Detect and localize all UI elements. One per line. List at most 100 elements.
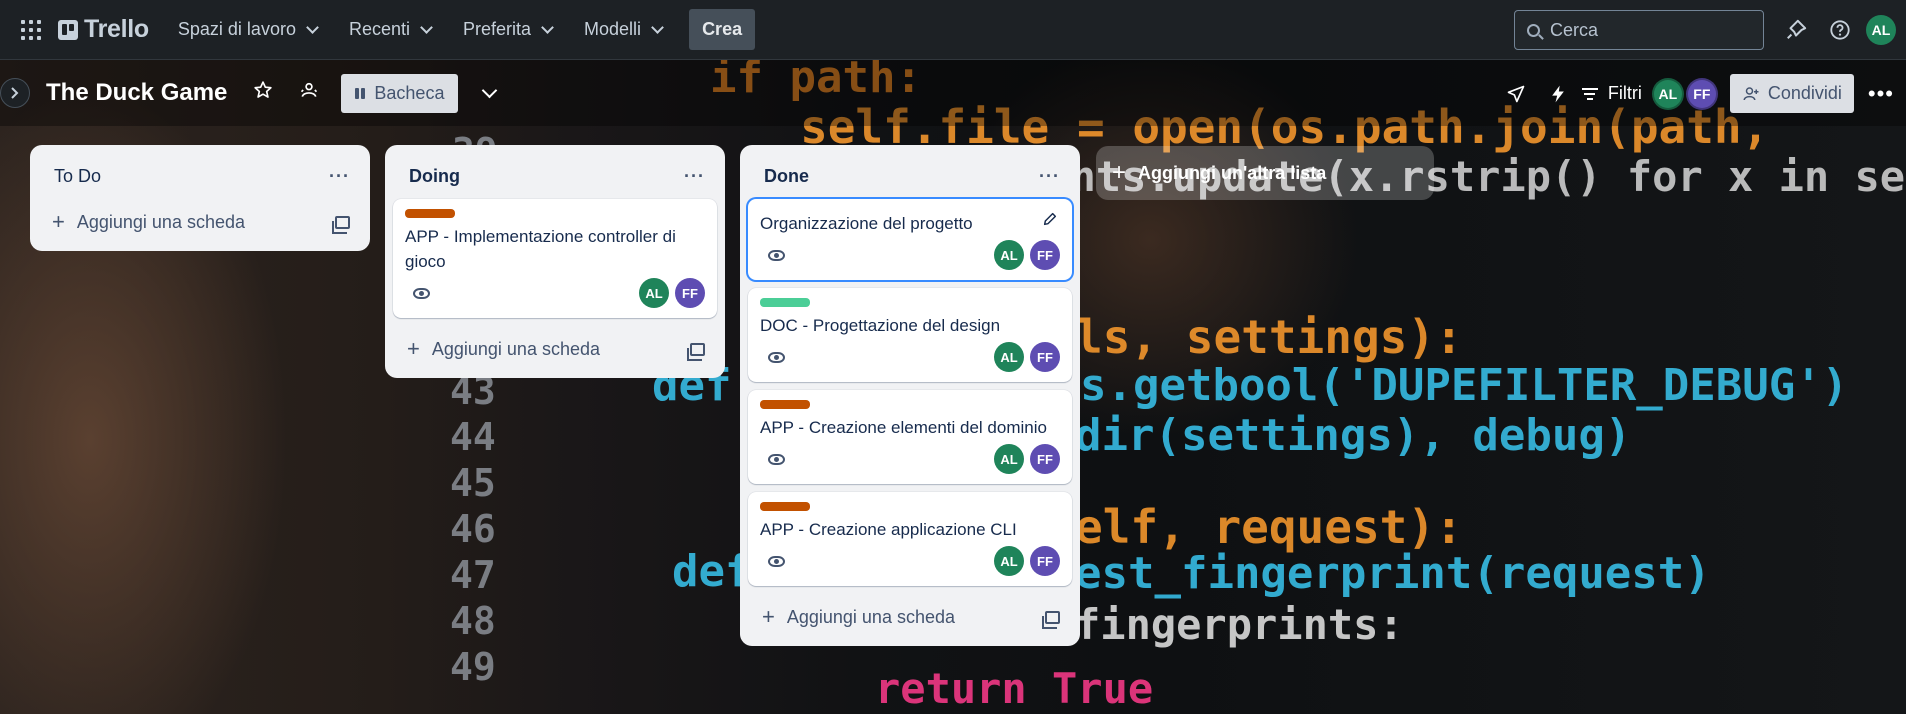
member-avatar[interactable]: AL	[994, 444, 1024, 474]
member-avatar[interactable]: FF	[1030, 342, 1060, 372]
apps-grid-icon[interactable]	[18, 17, 44, 43]
nav-templates[interactable]: Modelli	[573, 11, 673, 48]
create-button[interactable]: Crea	[689, 9, 756, 50]
search-input[interactable]: Cerca	[1514, 10, 1764, 50]
list-header[interactable]: To Do ···	[38, 153, 362, 199]
bg-line-number: 44	[450, 415, 496, 459]
member-avatar[interactable]: AL	[1651, 77, 1684, 110]
bg-code-line: s.getbool('DUPEFILTER_DEBUG')	[1080, 360, 1849, 411]
eye-icon	[768, 249, 785, 261]
notifications-button[interactable]	[1778, 12, 1814, 48]
nav-recent[interactable]: Recenti	[338, 11, 442, 48]
plus-icon: +	[1112, 159, 1127, 186]
board-menu-button[interactable]: •••	[1868, 81, 1894, 107]
edit-icon[interactable]	[1042, 211, 1058, 232]
template-icon[interactable]	[332, 215, 350, 234]
share-label: Condividi	[1767, 83, 1842, 103]
chevron-down-icon[interactable]	[482, 82, 498, 98]
card-title: APP - Creazione elementi del dominio	[760, 418, 1047, 437]
card-footer: AL FF	[405, 278, 705, 308]
add-card-button[interactable]: + Aggiungi una scheda	[393, 326, 717, 368]
filter-icon	[1581, 87, 1598, 100]
add-list-button[interactable]: + Aggiungi un'altra lista	[1096, 146, 1434, 200]
filter-button[interactable]: Filtri	[1581, 83, 1642, 104]
card-label[interactable]	[405, 209, 455, 218]
user-avatar[interactable]: AL	[1866, 15, 1896, 45]
bg-code-line: elf, request):	[1075, 500, 1463, 554]
card-label[interactable]	[760, 298, 810, 307]
bg-line-number: 46	[450, 507, 496, 551]
nav-starred[interactable]: Preferita	[452, 11, 563, 48]
card-title: Organizzazione del progetto	[760, 214, 973, 233]
member-avatar[interactable]: AL	[994, 546, 1024, 576]
list-doing: Doing ··· APP - Implementazione controll…	[385, 145, 725, 378]
chevron-down-icon	[420, 20, 433, 34]
template-icon[interactable]	[1042, 610, 1060, 629]
board-header: The Duck Game Bacheca Filtri AL FF Condi…	[0, 60, 1906, 126]
search-placeholder: Cerca	[1550, 19, 1599, 40]
eye-icon	[768, 453, 785, 465]
card-title: DOC - Progettazione del design	[760, 316, 1001, 335]
board-title[interactable]: The Duck Game	[46, 79, 227, 107]
member-avatar[interactable]: FF	[1030, 546, 1060, 576]
card-label[interactable]	[760, 502, 810, 511]
nav-recent-label: Recenti	[348, 19, 410, 39]
nav-workspaces[interactable]: Spazi di lavoro	[167, 11, 328, 48]
list-menu-icon[interactable]: ···	[1039, 166, 1060, 187]
add-card-label: Aggiungi una scheda	[76, 211, 245, 232]
pencil-icon	[1043, 212, 1057, 226]
bg-line-number: 49	[450, 645, 496, 689]
member-avatar[interactable]: FF	[1030, 444, 1060, 474]
visibility-button[interactable]	[299, 80, 319, 106]
member-avatar[interactable]: AL	[994, 240, 1024, 270]
nav-workspaces-label: Spazi di lavoro	[177, 19, 296, 39]
add-card-button[interactable]: + Aggiungi una scheda	[38, 199, 362, 241]
bg-line-number: 45	[450, 461, 496, 505]
rocket-icon	[1507, 85, 1525, 102]
star-button[interactable]	[253, 80, 273, 106]
member-avatar[interactable]: AL	[994, 342, 1024, 372]
card-label[interactable]	[760, 400, 810, 409]
card[interactable]: APP - Creazione applicazione CLI AL FF	[748, 492, 1072, 586]
list-title[interactable]: To Do	[54, 166, 101, 187]
template-icon[interactable]	[687, 342, 705, 361]
bg-code-line: est_fingerprint(request)	[1075, 548, 1711, 599]
member-avatar[interactable]: FF	[1685, 77, 1718, 110]
automation-button[interactable]	[1540, 76, 1576, 112]
member-avatar[interactable]: FF	[675, 278, 705, 308]
expand-sidebar-button[interactable]	[0, 78, 30, 108]
list-title[interactable]: Doing	[409, 166, 460, 187]
list-menu-icon[interactable]: ···	[329, 166, 350, 187]
member-avatar[interactable]: AL	[639, 278, 669, 308]
card[interactable]: Organizzazione del progetto AL FF	[748, 199, 1072, 280]
card[interactable]: DOC - Progettazione del design AL FF	[748, 288, 1072, 382]
list-header[interactable]: Done ···	[748, 153, 1072, 199]
add-list-label: Aggiungi un'altra lista	[1138, 162, 1327, 183]
member-avatar[interactable]: FF	[1030, 240, 1060, 270]
board-view-button[interactable]: Bacheca	[341, 73, 459, 113]
trello-logo-icon	[58, 19, 78, 40]
help-button[interactable]	[1822, 12, 1858, 48]
list-header[interactable]: Doing ···	[393, 153, 717, 199]
trello-logo[interactable]: Trello	[58, 15, 149, 44]
trello-logo-text: Trello	[84, 15, 149, 43]
list-done: Done ··· Organizzazione del progetto AL …	[740, 145, 1080, 646]
plus-icon: +	[407, 336, 420, 361]
board-members: AL FF	[1651, 77, 1720, 110]
bg-code-line: fingerprints:	[1075, 600, 1404, 649]
card-footer: AL FF	[760, 546, 1060, 576]
power-ups-button[interactable]	[1498, 76, 1534, 112]
list-title[interactable]: Done	[764, 166, 809, 187]
chevron-right-icon	[11, 87, 19, 99]
card[interactable]: APP - Creazione elementi del dominio AL …	[748, 390, 1072, 484]
help-icon	[1830, 20, 1850, 40]
chevron-down-icon	[306, 20, 319, 34]
list-todo: To Do ··· + Aggiungi una scheda	[30, 145, 370, 251]
card[interactable]: APP - Implementazione controller di gioc…	[393, 199, 717, 318]
star-icon	[254, 81, 273, 98]
eye-icon	[768, 351, 785, 363]
share-button[interactable]: Condividi	[1729, 74, 1854, 113]
nav-templates-label: Modelli	[584, 19, 642, 39]
list-menu-icon[interactable]: ···	[684, 166, 705, 187]
add-card-button[interactable]: + Aggiungi una scheda	[748, 594, 1072, 636]
